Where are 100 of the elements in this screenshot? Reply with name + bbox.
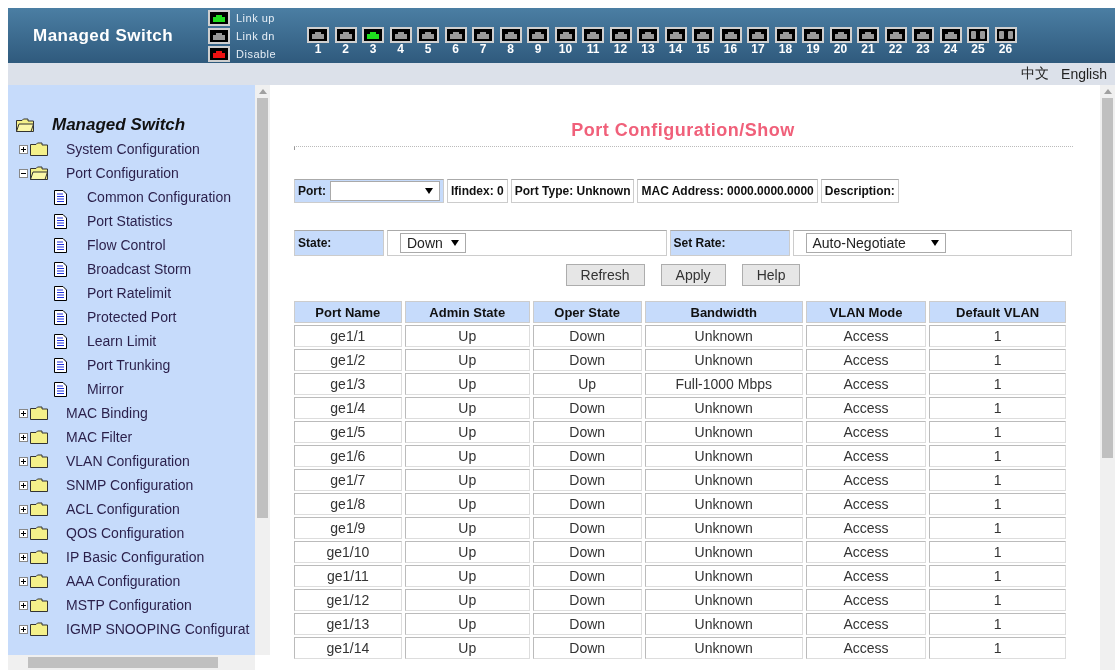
table-cell: Access	[805, 517, 927, 539]
tree-item[interactable]: MAC Filter	[66, 429, 133, 445]
table-cell: Up	[404, 445, 530, 467]
tree-item[interactable]: Common Configuration	[87, 189, 231, 205]
port-number: 18	[778, 43, 793, 56]
tree-item[interactable]: Port Trunking	[87, 357, 171, 373]
table-cell: ge1/7	[294, 469, 402, 491]
table-cell: 1	[929, 469, 1066, 491]
language-link[interactable]: 中文	[1021, 65, 1050, 83]
tree-item[interactable]: ACL Configuration	[66, 501, 180, 517]
port-number: 23	[916, 43, 930, 56]
expand-icon[interactable]	[19, 576, 28, 586]
table-cell: 1	[929, 541, 1066, 563]
expand-icon[interactable]	[19, 432, 28, 442]
legend-label: Disable	[236, 47, 277, 60]
tree-item[interactable]: MAC Binding	[66, 405, 148, 421]
tree-item[interactable]: Port Configuration	[66, 165, 179, 181]
expand-icon[interactable]	[19, 600, 28, 610]
scrollbar[interactable]	[255, 85, 270, 655]
rate-select[interactable]: Auto-Negotiate	[805, 233, 946, 253]
port-number: 2	[342, 43, 349, 56]
state-select[interactable]: Down	[400, 233, 466, 253]
state-label: State:	[294, 230, 384, 256]
table-cell: Down	[532, 637, 642, 659]
expand-icon[interactable]	[19, 624, 28, 634]
table-cell: Access	[805, 541, 927, 563]
port-type-label: Port Type: Unknown	[510, 179, 635, 203]
table-cell: Up	[404, 373, 530, 395]
column-header: Admin State	[404, 301, 530, 323]
tree-item[interactable]: AAA Configuration	[66, 573, 181, 589]
tree-item[interactable]: IP Basic Configuration	[66, 549, 205, 565]
tree-item[interactable]: Port Ratelimit	[87, 285, 172, 301]
tree-item[interactable]: IGMP SNOOPING Configurat	[66, 621, 250, 637]
port-number: 9	[534, 43, 542, 56]
tree-item[interactable]: Protected Port	[87, 309, 177, 325]
table-cell: Down	[532, 565, 642, 587]
port-number: 1	[314, 43, 322, 56]
horizontal-scrollbar[interactable]	[8, 655, 255, 670]
tree-item[interactable]: Port Statistics	[87, 213, 173, 229]
legend-label: Link dn	[236, 29, 275, 42]
table-cell: Access	[805, 637, 927, 659]
tree-item[interactable]: SNMP Configuration	[66, 477, 194, 493]
tree-item[interactable]: VLAN Configuration	[66, 453, 190, 469]
table-cell: ge1/4	[294, 397, 402, 419]
tree-item[interactable]: Learn Limit	[87, 333, 157, 349]
port-number: 7	[479, 43, 487, 56]
expand-icon[interactable]	[19, 480, 28, 490]
table-cell: Unknown	[644, 349, 803, 371]
table-cell: Up	[404, 325, 530, 347]
action-button[interactable]: Apply	[660, 264, 726, 286]
folder-icon	[30, 574, 48, 588]
table-cell: Up	[404, 565, 530, 587]
document-icon	[54, 357, 67, 373]
table-cell: Down	[532, 517, 642, 539]
collapse-icon[interactable]	[19, 168, 28, 178]
expand-icon[interactable]	[19, 144, 28, 154]
port-number: 5	[424, 43, 432, 56]
expand-icon[interactable]	[19, 504, 28, 514]
expand-icon[interactable]	[19, 408, 28, 418]
port-icon	[208, 9, 230, 26]
table-cell: 1	[929, 589, 1066, 611]
port-number: 19	[806, 43, 820, 56]
table-cell: Access	[805, 493, 927, 515]
table-cell: Access	[805, 565, 927, 587]
expand-icon[interactable]	[19, 552, 28, 562]
table-cell: Down	[532, 541, 642, 563]
port-number: 21	[861, 43, 875, 56]
document-icon	[54, 261, 67, 277]
action-button[interactable]: Refresh	[565, 264, 645, 286]
document-icon	[54, 381, 67, 397]
table-cell: Access	[805, 373, 927, 395]
table-cell: Down	[532, 445, 642, 467]
action-button[interactable]: Help	[741, 264, 801, 286]
table-cell: Down	[532, 325, 642, 347]
tree-item[interactable]: Flow Control	[87, 237, 166, 253]
tree-item[interactable]: Mirror	[87, 381, 124, 397]
port-icon	[208, 27, 230, 44]
table-cell: Unknown	[644, 397, 803, 419]
tree-item[interactable]: System Configuration	[66, 141, 200, 157]
table-cell: ge1/6	[294, 445, 402, 467]
port-number: 20	[833, 43, 848, 56]
column-header: VLAN Mode	[805, 301, 927, 323]
table-cell: Access	[805, 613, 927, 635]
tree-root: Managed Switch	[52, 115, 186, 135]
table-cell: Access	[805, 469, 927, 491]
tree-item[interactable]: Broadcast Storm	[87, 261, 192, 277]
table-cell: Unknown	[644, 589, 803, 611]
folder-icon	[30, 598, 48, 612]
table-cell: Up	[404, 469, 530, 491]
expand-icon[interactable]	[19, 456, 28, 466]
scrollbar[interactable]	[1100, 85, 1115, 670]
port-number: 16	[723, 43, 738, 56]
tree-item[interactable]: MSTP Configuration	[66, 597, 192, 613]
table-cell: 1	[929, 349, 1066, 371]
rate-label: Set Rate:	[669, 230, 790, 256]
document-icon	[54, 285, 67, 301]
expand-icon[interactable]	[19, 528, 28, 538]
tree-item[interactable]: QOS Configuration	[66, 525, 185, 541]
column-header: Port Name	[294, 301, 402, 323]
language-link[interactable]: English	[1061, 66, 1107, 82]
